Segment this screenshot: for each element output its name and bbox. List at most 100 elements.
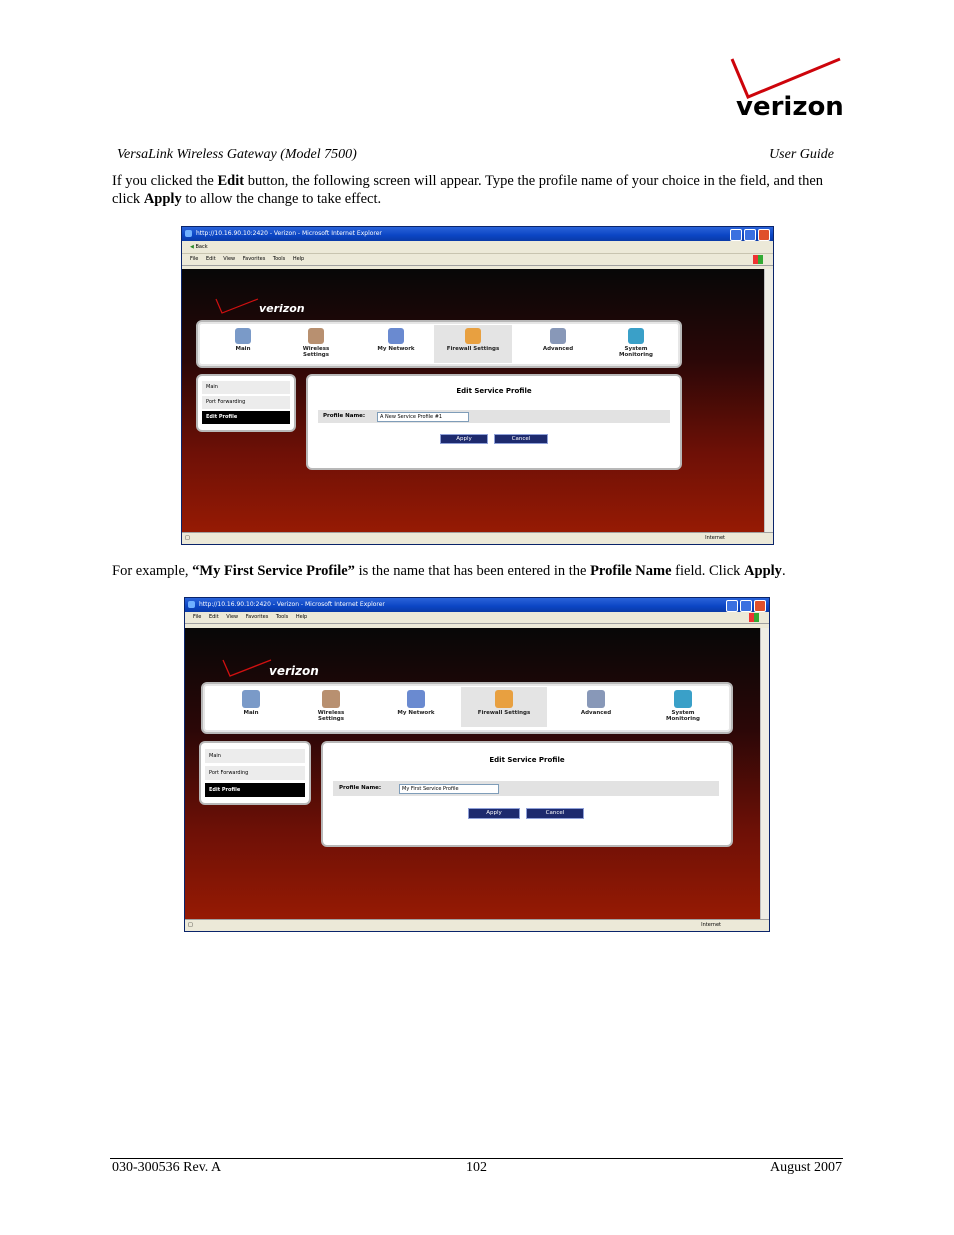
browser-titlebar: http://10.16.90.10:2420 - Verizon - Micr… xyxy=(182,227,773,241)
nav-system-monitoring[interactable]: System Monitoring xyxy=(614,328,658,358)
side-menu-port-forwarding[interactable]: Port Forwarding xyxy=(202,396,290,410)
nav-system-monitoring[interactable]: System Monitoring xyxy=(659,690,707,722)
monitor-icon xyxy=(628,328,644,344)
profile-name-input[interactable]: A New Service Profile #1 xyxy=(377,412,469,422)
menu-favorites[interactable]: Favorites xyxy=(246,614,269,620)
nav-wireless-settings[interactable]: Wireless Settings xyxy=(311,690,351,722)
profile-name-input[interactable]: My First Service Profile xyxy=(399,784,499,794)
page-status-icon: □ xyxy=(188,922,193,928)
profile-name-row: Profile Name: My First Service Profile xyxy=(333,781,719,796)
menu-edit[interactable]: Edit xyxy=(209,614,219,620)
vertical-scrollbar[interactable] xyxy=(764,269,773,532)
minimize-button[interactable] xyxy=(730,229,742,241)
side-menu-main[interactable]: Main xyxy=(205,749,305,764)
ie-icon xyxy=(188,601,195,608)
edit-profile-panel: Edit Service Profile Profile Name: My Fi… xyxy=(321,741,733,847)
main-icon xyxy=(235,328,251,344)
maximize-button[interactable] xyxy=(740,600,752,612)
example-paragraph: For example, “My First Service Profile” … xyxy=(112,563,786,579)
menu-help[interactable]: Help xyxy=(293,256,304,262)
nav-firewall-settings[interactable]: Firewall Settings xyxy=(434,325,512,363)
verizon-logo: verizon xyxy=(730,57,843,121)
nav-advanced[interactable]: Advanced xyxy=(536,328,580,352)
back-button[interactable]: Back xyxy=(195,244,207,250)
advanced-icon xyxy=(587,690,605,708)
main-nav: Main Wireless Settings My Network Firewa… xyxy=(201,682,733,734)
form-title: Edit Service Profile xyxy=(456,387,532,395)
side-menu: Main Port Forwarding Edit Profile xyxy=(199,741,311,805)
nav-wireless-settings[interactable]: Wireless Settings xyxy=(298,328,334,358)
nav-firewall-settings[interactable]: Firewall Settings xyxy=(461,687,547,727)
monitor-icon xyxy=(674,690,692,708)
close-button[interactable] xyxy=(754,600,766,612)
wireless-icon xyxy=(322,690,340,708)
profile-name-label: Profile Name: xyxy=(323,413,366,419)
verizon-check-icon xyxy=(222,659,272,677)
side-menu-edit-profile[interactable]: Edit Profile xyxy=(205,783,305,798)
page-status-icon: □ xyxy=(185,535,190,541)
status-bar: □ Internet xyxy=(182,532,773,544)
nav-main[interactable]: Main xyxy=(225,328,261,352)
close-button[interactable] xyxy=(758,229,770,241)
browser-toolbar: ◀ Back xyxy=(182,241,773,254)
windows-flag-icon xyxy=(753,255,763,264)
menu-edit[interactable]: Edit xyxy=(206,256,216,262)
footer-page-number: 102 xyxy=(466,1160,487,1175)
nav-advanced[interactable]: Advanced xyxy=(573,690,619,716)
page-content: verizon Main Wireless Settings My Networ… xyxy=(182,269,765,532)
menu-help[interactable]: Help xyxy=(296,614,307,620)
main-nav: Main Wireless Settings My Network Firewa… xyxy=(196,320,682,368)
doc-header-title: VersaLink Wireless Gateway (Model 7500) xyxy=(117,147,357,162)
nav-main[interactable]: Main xyxy=(233,690,269,716)
intro-paragraph: If you clicked the Edit button, the foll… xyxy=(112,173,824,207)
nav-my-network[interactable]: My Network xyxy=(393,690,439,716)
menu-view[interactable]: View xyxy=(223,256,235,262)
side-menu-port-forwarding[interactable]: Port Forwarding xyxy=(205,766,305,781)
browser-titlebar: http://10.16.90.10:2420 - Verizon - Micr… xyxy=(185,598,769,612)
form-title: Edit Service Profile xyxy=(489,756,565,764)
internet-zone-label: Internet xyxy=(705,535,725,541)
menu-view[interactable]: View xyxy=(226,614,238,620)
internet-zone-label: Internet xyxy=(701,922,721,928)
page-content: verizon Main Wireless Settings My Networ… xyxy=(185,628,761,919)
advanced-icon xyxy=(550,328,566,344)
status-bar: □ Internet xyxy=(185,919,769,931)
apply-button[interactable]: Apply xyxy=(440,434,488,444)
cancel-button[interactable]: Cancel xyxy=(526,808,584,819)
menu-file[interactable]: File xyxy=(190,256,198,262)
verizon-logo-small: verizon xyxy=(259,302,305,315)
main-icon xyxy=(242,690,260,708)
profile-name-label: Profile Name: xyxy=(339,785,382,791)
svg-text:verizon: verizon xyxy=(736,92,843,121)
menu-tools[interactable]: Tools xyxy=(276,614,288,620)
nav-my-network[interactable]: My Network xyxy=(374,328,418,352)
browser-menubar: File Edit View Favorites Tools Help xyxy=(182,254,773,266)
maximize-button[interactable] xyxy=(744,229,756,241)
footer-divider xyxy=(110,1158,843,1159)
network-icon xyxy=(407,690,425,708)
windows-flag-icon xyxy=(749,613,759,622)
verizon-logo-small: verizon xyxy=(269,664,319,678)
wireless-icon xyxy=(308,328,324,344)
footer-doc-number: 030-300536 Rev. A xyxy=(112,1160,222,1175)
profile-name-row: Profile Name: A New Service Profile #1 xyxy=(318,410,670,423)
browser-window-1: http://10.16.90.10:2420 - Verizon - Micr… xyxy=(181,226,774,545)
verizon-check-icon xyxy=(215,298,259,314)
side-menu-edit-profile[interactable]: Edit Profile xyxy=(202,411,290,425)
firewall-icon xyxy=(495,690,513,708)
edit-profile-panel: Edit Service Profile Profile Name: A New… xyxy=(306,374,682,470)
menu-file[interactable]: File xyxy=(193,614,201,620)
side-menu-main[interactable]: Main xyxy=(202,381,290,395)
vertical-scrollbar[interactable] xyxy=(760,628,769,919)
back-arrow-icon[interactable]: ◀ xyxy=(190,244,194,250)
menu-tools[interactable]: Tools xyxy=(273,256,285,262)
apply-button[interactable]: Apply xyxy=(468,808,520,819)
side-menu: Main Port Forwarding Edit Profile xyxy=(196,374,296,432)
network-icon xyxy=(388,328,404,344)
doc-header-guide: User Guide xyxy=(769,147,834,162)
minimize-button[interactable] xyxy=(726,600,738,612)
cancel-button[interactable]: Cancel xyxy=(494,434,548,444)
menu-favorites[interactable]: Favorites xyxy=(243,256,266,262)
footer-date: August 2007 xyxy=(770,1160,842,1175)
firewall-icon xyxy=(465,328,481,344)
